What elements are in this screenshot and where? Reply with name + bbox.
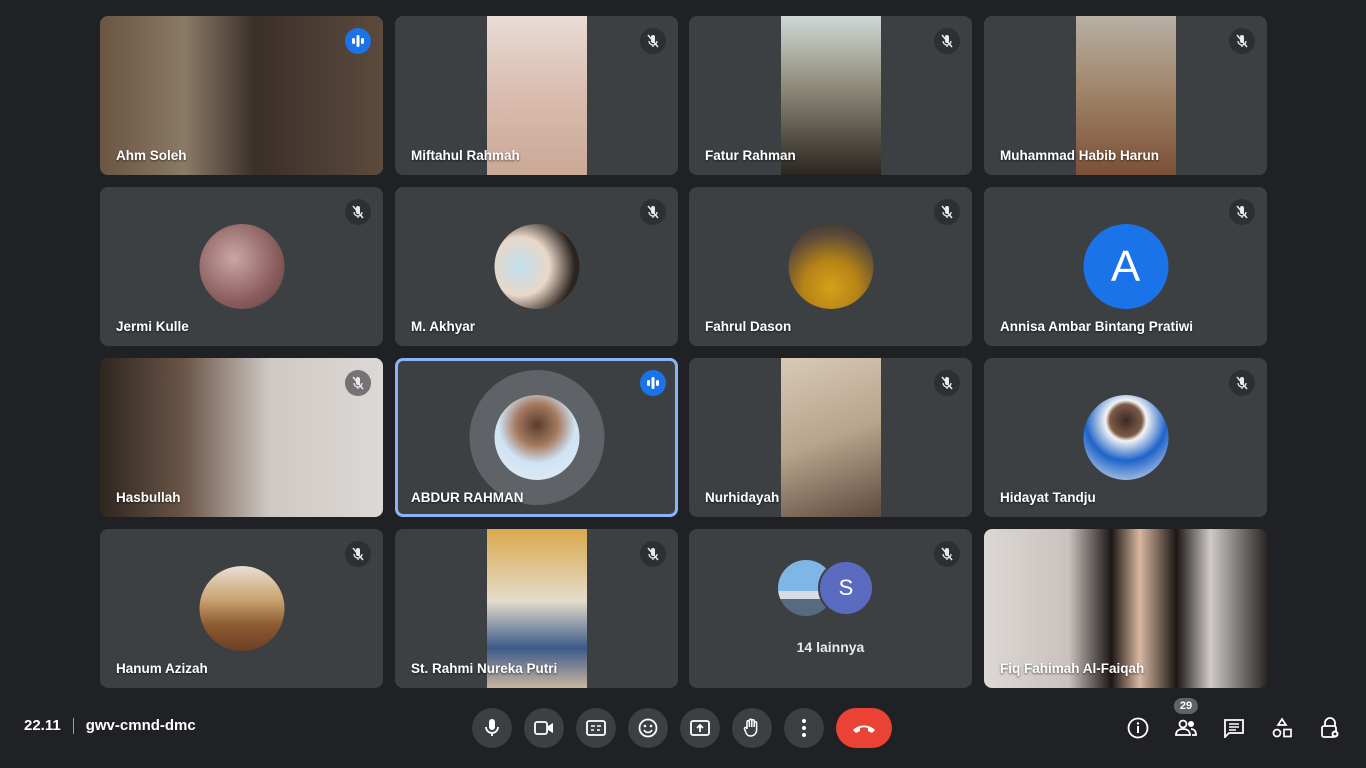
participant-name: Nurhidayah: [705, 490, 780, 505]
meeting-details: 22.11 gwv-cmnd-dmc: [24, 717, 196, 734]
more-options-button[interactable]: [784, 708, 824, 748]
end-call-button[interactable]: [836, 708, 892, 748]
mic-off-icon: [934, 199, 960, 225]
mic-off-icon: [345, 541, 371, 567]
speaking-indicator-icon: [345, 28, 371, 54]
participant-count-badge: 29: [1173, 698, 1199, 714]
meeting-time: 22.11: [24, 717, 61, 734]
participant-tile[interactable]: Fatur Rahman: [689, 16, 972, 175]
divider: [72, 717, 74, 734]
participant-tile[interactable]: A Annisa Ambar Bintang Pratiwi: [984, 187, 1267, 346]
call-controls: [472, 708, 892, 748]
mic-off-icon: [345, 199, 371, 225]
mic-off-icon: [1229, 28, 1255, 54]
participant-tile[interactable]: M. Akhyar: [395, 187, 678, 346]
participant-avatar: [788, 224, 873, 309]
more-participants-tile[interactable]: S 14 lainnya: [689, 529, 972, 688]
bottom-control-bar: 22.11 gwv-cmnd-dmc 29: [0, 698, 1366, 756]
chat-icon: [1224, 719, 1244, 738]
mic-off-icon: [934, 28, 960, 54]
participant-name: Hanum Azizah: [116, 661, 208, 676]
activities-button[interactable]: [1264, 708, 1300, 748]
mic-off-icon: [1229, 199, 1255, 225]
participant-tile[interactable]: Fahrul Dason: [689, 187, 972, 346]
participant-avatar: [494, 224, 579, 309]
participant-avatar: S: [818, 560, 874, 616]
participant-avatar: [1083, 395, 1168, 480]
people-icon: [1175, 719, 1197, 736]
raise-hand-button[interactable]: [732, 708, 772, 748]
speaking-indicator-icon: [640, 370, 666, 396]
participant-tile[interactable]: Miftahul Rahmah: [395, 16, 678, 175]
participant-tile[interactable]: Jermi Kulle: [100, 187, 383, 346]
participant-tile[interactable]: Hasbullah: [100, 358, 383, 517]
emoji-reaction-button[interactable]: [628, 708, 668, 748]
present-screen-button[interactable]: [680, 708, 720, 748]
participant-name: Jermi Kulle: [116, 319, 189, 334]
mic-off-icon: [934, 370, 960, 396]
participant-tile[interactable]: Muhammad Habib Harun: [984, 16, 1267, 175]
participant-grid: Ahm Soleh Miftahul Rahmah Fatur Rahman M…: [100, 16, 1267, 688]
participant-name: St. Rahmi Nureka Putri: [411, 661, 558, 676]
participant-tile[interactable]: Hidayat Tandju: [984, 358, 1267, 517]
microphone-icon: [485, 719, 499, 736]
participant-video: [780, 358, 881, 517]
microphone-button[interactable]: [472, 708, 512, 748]
mic-off-icon: [1229, 370, 1255, 396]
participant-name: Hidayat Tandju: [1000, 490, 1096, 505]
camera-icon: [534, 721, 553, 735]
mic-off-icon: [934, 541, 960, 567]
participant-avatar: [199, 224, 284, 309]
participant-tile[interactable]: St. Rahmi Nureka Putri: [395, 529, 678, 688]
meeting-info-button[interactable]: [1120, 708, 1156, 748]
meeting-code: gwv-cmnd-dmc: [85, 717, 196, 734]
participant-name: ABDUR RAHMAN: [411, 490, 524, 505]
camera-button[interactable]: [524, 708, 564, 748]
participant-name: Fatur Rahman: [705, 148, 796, 163]
side-panel-controls: 29: [1120, 698, 1348, 748]
participant-name: Ahm Soleh: [116, 148, 187, 163]
info-icon: [1127, 717, 1149, 739]
captions-button[interactable]: [576, 708, 616, 748]
host-controls-button[interactable]: [1312, 708, 1348, 748]
activities-icon: [1272, 717, 1292, 738]
participant-tile[interactable]: Ahm Soleh: [100, 16, 383, 175]
participant-avatar: [199, 566, 284, 651]
participant-name: Fahrul Dason: [705, 319, 792, 334]
participant-name: Miftahul Rahmah: [411, 148, 520, 163]
raise-hand-icon: [743, 718, 758, 737]
more-participants-label: 14 lainnya: [796, 639, 865, 655]
participant-avatar: A: [1083, 224, 1168, 309]
participant-tile[interactable]: Fiq Fahimah Al-Faiqah: [984, 529, 1267, 688]
participant-tile[interactable]: Hanum Azizah: [100, 529, 383, 688]
participant-tile[interactable]: Nurhidayah: [689, 358, 972, 517]
host-controls-icon: [1321, 717, 1339, 738]
present-screen-icon: [690, 720, 710, 736]
emoji-icon: [638, 718, 658, 738]
mic-off-icon: [640, 541, 666, 567]
chat-button[interactable]: [1216, 708, 1252, 748]
participant-name: Muhammad Habib Harun: [1000, 148, 1160, 163]
participant-name: M. Akhyar: [411, 319, 476, 334]
more-options-icon: [802, 719, 806, 737]
people-button[interactable]: 29: [1168, 698, 1204, 748]
mic-off-icon: [345, 370, 371, 396]
captions-icon: [586, 720, 606, 736]
participant-avatar: [494, 395, 579, 480]
participant-name: Hasbullah: [116, 490, 181, 505]
participant-name: Fiq Fahimah Al-Faiqah: [1000, 661, 1145, 676]
mic-off-icon: [640, 28, 666, 54]
participant-tile-active-speaker[interactable]: ABDUR RAHMAN: [395, 358, 678, 517]
end-call-icon: [853, 725, 875, 733]
stacked-avatars: S: [778, 560, 886, 618]
mic-off-icon: [640, 199, 666, 225]
participant-name: Annisa Ambar Bintang Pratiwi: [1000, 319, 1194, 334]
